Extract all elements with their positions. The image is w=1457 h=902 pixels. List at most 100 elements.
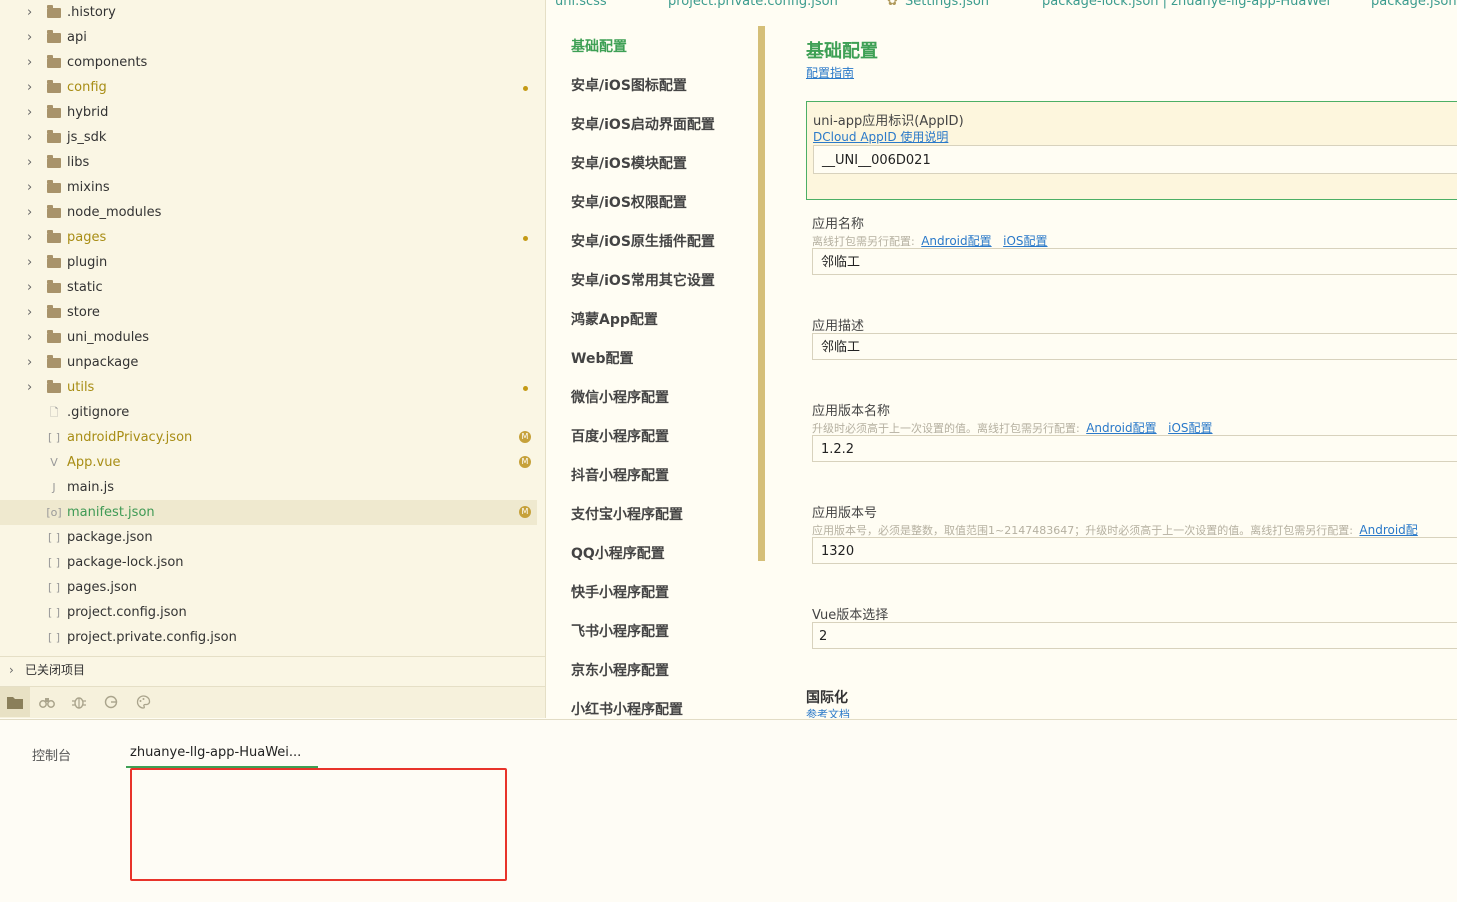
app-name-label: 应用名称 [812,217,865,232]
manifest-nav-item[interactable]: 京东小程序配置 [571,660,669,680]
version-code-android-link[interactable]: Android配 [1359,523,1417,537]
binoculars-icon[interactable] [32,687,62,717]
console-tab[interactable]: zhuanye-llg-app-HuaWei... [130,745,301,760]
manifest-nav-item[interactable]: QQ小程序配置 [571,543,665,563]
tree-file-item[interactable]: V App.vue M [0,450,545,475]
tree-folder-item[interactable]: › config [0,75,545,100]
tree-folder-item[interactable]: › utils [0,375,545,400]
tree-item-label: config [67,80,107,95]
manifest-nav-item[interactable]: 飞书小程序配置 [571,621,669,641]
config-guide-link[interactable]: 配置指南 [806,64,854,81]
chevron-right-icon: › [27,230,33,245]
tree-item-label: plugin [67,255,108,270]
tree-folder-item[interactable]: › js_sdk [0,125,545,150]
tree-file-item[interactable]: [ ] package-lock.json [0,550,545,575]
tree-file-item[interactable]: Jmain.js [0,475,545,500]
tree-folder-item[interactable]: › static [0,275,545,300]
chevron-right-icon: › [27,55,33,70]
console-panel: 控制台 zhuanye-llg-app-HuaWei... [0,719,1457,902]
folder-icon [47,205,61,218]
tree-folder-item[interactable]: › node_modules [0,200,545,225]
i18n-reference-link[interactable]: 参考文档 [806,706,850,718]
manifest-nav-item[interactable]: 快手小程序配置 [571,582,669,602]
modified-badge: M [519,456,531,468]
vue-file-icon: V [50,456,58,469]
version-name-hint: 升级时必须高于上一次设置的值。离线打包需另行配置: Android配置 iOS配… [812,419,1213,436]
tree-item-label: components [67,55,148,70]
version-name-android-link[interactable]: Android配置 [1086,421,1156,435]
manifest-nav-item[interactable]: 安卓/iOS权限配置 [571,192,687,212]
tree-folder-item[interactable]: › uni_modules [0,325,545,350]
tree-item-label: store [67,305,100,320]
tree-file-item[interactable]: [ ] pages.json [0,575,545,600]
tree-folder-item[interactable]: › api [0,25,545,50]
tree-file-item[interactable]: [o] manifest.json M [0,500,537,525]
page-title: 基础配置 [806,41,878,62]
manifest-nav-item[interactable]: 百度小程序配置 [571,426,669,446]
js-file-icon: J [52,481,56,494]
tree-item-label: project.private.config.json [67,630,237,645]
palette-icon[interactable] [128,687,158,717]
manifest-nav-item[interactable]: 安卓/iOS原生插件配置 [571,231,715,251]
tree-folder-item[interactable]: › .history [0,0,545,25]
tree-file-item[interactable]: 🗋 .gitignore [0,400,545,425]
version-name-input[interactable]: 1.2.2 [812,435,1457,462]
chevron-right-icon: › [27,155,33,170]
tree-item-label: pages [67,230,107,245]
tree-folder-item[interactable]: › store [0,300,545,325]
folder-icon [47,105,61,118]
version-code-input[interactable]: 1320 [812,537,1457,564]
folder-icon [47,280,61,293]
chevron-right-icon: › [27,180,33,195]
git-icon[interactable] [96,687,126,717]
closed-projects-section[interactable]: › 已关闭项目 [0,656,545,686]
tree-file-item[interactable]: [ ] package.json [0,525,545,550]
bug-icon[interactable] [64,687,94,717]
app-name-hint-text: 离线打包需另行配置: [812,235,915,248]
tree-folder-item[interactable]: › mixins [0,175,545,200]
nav-scrollbar[interactable] [758,26,765,561]
appid-help-link[interactable]: DCloud AppID 使用说明 [813,128,948,145]
manifest-nav-item[interactable]: 微信小程序配置 [571,387,669,407]
project-explorer-icon[interactable] [0,687,30,717]
manifest-nav-item[interactable]: 基础配置 [571,36,627,56]
manifest-nav-item[interactable]: 安卓/iOS常用其它设置 [571,270,715,290]
project-explorer: › .history › api › components › config › hybrid › j… [0,0,546,718]
tree-file-item[interactable]: [ ] project.private.config.json [0,625,545,650]
tree-file-item[interactable]: [ ] androidPrivacy.json M [0,425,545,450]
manifest-nav-item[interactable]: 支付宝小程序配置 [571,504,683,524]
chevron-right-icon: › [27,380,33,395]
app-desc-input[interactable]: 邻临工 [812,333,1457,360]
version-name-ios-link[interactable]: iOS配置 [1168,421,1212,435]
manifest-nav-item[interactable]: Web配置 [571,348,633,368]
json-file-icon: [ ] [47,606,61,619]
app-name-ios-link[interactable]: iOS配置 [1003,234,1047,248]
chevron-right-icon: › [27,5,33,20]
tree-folder-item[interactable]: › pages [0,225,545,250]
tree-item-label: hybrid [67,105,109,120]
folder-icon [47,130,61,143]
folder-icon [47,355,61,368]
app-name-android-link[interactable]: Android配置 [921,234,991,248]
manifest-nav-item[interactable]: 鸿蒙App配置 [571,309,658,329]
manifest-nav-item[interactable]: 小红书小程序配置 [571,699,683,718]
manifest-file-icon: [o] [46,506,62,519]
tree-folder-item[interactable]: › hybrid [0,100,545,125]
tree-folder-item[interactable]: › components [0,50,545,75]
manifest-nav-item[interactable]: 抖音小程序配置 [571,465,669,485]
manifest-nav-item[interactable]: 安卓/iOS启动界面配置 [571,114,715,134]
json-file-icon: [ ] [47,581,61,594]
manifest-nav-item[interactable]: 安卓/iOS模块配置 [571,153,687,173]
folder-icon [47,230,61,243]
folder-icon [47,380,61,393]
vue-version-select[interactable]: 2 [812,622,1457,649]
tree-folder-item[interactable]: › unpackage [0,350,545,375]
app-name-input[interactable]: 邻临工 [812,248,1457,275]
manifest-nav-item[interactable]: 安卓/iOS图标配置 [571,75,687,95]
tree-file-item[interactable]: [ ] project.config.json [0,600,545,625]
appid-input[interactable]: __UNI__006D021 [813,145,1457,174]
tab-uni-scss[interactable]: uni.scss [555,0,607,9]
tree-folder-item[interactable]: › plugin [0,250,545,275]
tree-item-label: .history [67,5,116,20]
tree-folder-item[interactable]: › libs [0,150,545,175]
